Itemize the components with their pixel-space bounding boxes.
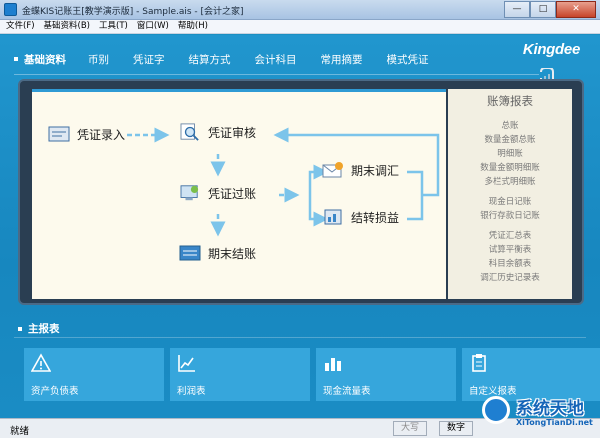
basic-data-nav: 基础资料 币别 凭证字 结算方式 会计科目 常用摘要 模式凭证 (14, 49, 453, 69)
tile-balance-sheet-label: 资产负债表 (31, 386, 79, 397)
period-close-label: 期末结账 (208, 246, 257, 261)
app-icon (4, 3, 17, 16)
nav-voucher-type[interactable]: 凭证字 (133, 52, 165, 67)
tile-balance-sheet[interactable]: 资产负债表 (24, 348, 164, 401)
close-button[interactable]: ✕ (556, 1, 596, 18)
title-bar: 金蝶KIS记账王[教学演示版] - Sample.ais - [会计之家] — … (0, 0, 600, 20)
warning-icon (31, 353, 51, 372)
ledger-report-list: 总账 数量金额总账 明细账 数量金额明细账 多栏式明细账 现金日记账 银行存款日… (448, 119, 572, 285)
report-account-balance[interactable]: 科目余额表 (448, 257, 572, 271)
nav-currency[interactable]: 币别 (88, 52, 109, 67)
report-bank-journal[interactable]: 银行存款日记账 (448, 209, 572, 223)
main-reports-title: 主报表 (28, 323, 60, 335)
window-controls: — □ ✕ (504, 1, 596, 18)
bullet-icon (18, 326, 22, 331)
minimize-button[interactable]: — (504, 1, 530, 18)
kingdee-logo: Kingdee (522, 41, 580, 58)
menu-help[interactable]: 帮助(H) (178, 20, 208, 33)
workflow-board: 凭证录入 凭证审核 凭证过账 期末结账 期末调汇 结转损益 账簿报表 总账 数量… (18, 79, 584, 305)
menu-file[interactable]: 文件(F) (6, 20, 35, 33)
voucher-review[interactable]: 凭证审核 (179, 123, 256, 141)
status-text: 就绪 (10, 426, 30, 437)
voucher-entry-icon (48, 126, 70, 142)
voucher-posting-icon (180, 185, 199, 201)
watermark-logo-icon (482, 396, 510, 424)
voucher-posting[interactable]: 凭证过账 (179, 184, 256, 202)
nav-template-voucher[interactable]: 模式凭证 (387, 52, 429, 67)
report-qty-amount-detail-ledger[interactable]: 数量金额明细账 (448, 161, 572, 175)
report-qty-amount-general-ledger[interactable]: 数量金额总账 (448, 133, 572, 147)
line-chart-icon (178, 355, 195, 372)
exchange-adjustment[interactable]: 期末调汇 (322, 161, 399, 179)
tile-cash-flow-label: 现金流量表 (323, 386, 371, 397)
window-title: 金蝶KIS记账王[教学演示版] - Sample.ais - [会计之家] (22, 7, 244, 17)
bar-chart-icon (325, 358, 341, 371)
profit-loss-transfer[interactable]: 结转损益 (322, 208, 399, 226)
caps-lock-indicator: 大写 (393, 421, 427, 436)
menu-bar: 文件(F) 基础资料(B) 工具(T) 窗口(W) 帮助(H) (0, 20, 600, 34)
profit-loss-transfer-icon (324, 209, 342, 225)
divider (14, 337, 586, 338)
period-close[interactable]: 期末结账 (179, 244, 256, 262)
report-cash-journal[interactable]: 现金日记账 (448, 195, 572, 209)
maximize-button[interactable]: □ (530, 1, 556, 18)
tile-income-statement[interactable]: 利润表 (170, 348, 310, 401)
menu-basic-data[interactable]: 基础资料(B) (44, 20, 90, 33)
ledger-reports-panel: 账簿报表 总账 数量金额总账 明细账 数量金额明细账 多栏式明细账 现金日记账 … (448, 89, 572, 299)
voucher-review-label: 凭证审核 (208, 125, 257, 140)
main-area: 基础资料 币别 凭证字 结算方式 会计科目 常用摘要 模式凭证 Kingdee (0, 35, 600, 418)
profit-loss-transfer-label: 结转损益 (351, 210, 400, 225)
site-watermark: 系统天地 XiTongTianDi.net (476, 392, 600, 438)
period-close-icon (179, 245, 201, 261)
report-voucher-summary[interactable]: 凭证汇总表 (448, 229, 572, 243)
menu-window[interactable]: 窗口(W) (137, 20, 169, 33)
num-lock-indicator: 数字 (439, 421, 473, 436)
nav-common-summary[interactable]: 常用摘要 (321, 52, 363, 67)
bullet-icon (14, 57, 18, 61)
report-exchange-history[interactable]: 调汇历史记录表 (448, 271, 572, 285)
exchange-adjustment-icon (322, 162, 343, 178)
report-general-ledger[interactable]: 总账 (448, 119, 572, 133)
report-trial-balance[interactable]: 试算平衡表 (448, 243, 572, 257)
exchange-adjustment-label: 期末调汇 (351, 163, 400, 178)
tile-cash-flow[interactable]: 现金流量表 (316, 348, 456, 401)
watermark-url: XiTongTianDi.net (516, 418, 593, 427)
report-detail-ledger[interactable]: 明细账 (448, 147, 572, 161)
main-reports-header: 主报表 (18, 321, 60, 336)
workflow-panel: 凭证录入 凭证审核 凭证过账 期末结账 期末调汇 结转损益 (32, 89, 446, 299)
nav-accounts[interactable]: 会计科目 (255, 52, 297, 67)
divider (14, 74, 539, 75)
menu-tools[interactable]: 工具(T) (99, 20, 128, 33)
voucher-entry[interactable]: 凭证录入 (48, 125, 125, 143)
tile-income-statement-label: 利润表 (177, 386, 206, 397)
nav-settlement[interactable]: 结算方式 (189, 52, 231, 67)
ledger-reports-title: 账簿报表 (487, 94, 533, 108)
voucher-entry-label: 凭证录入 (77, 127, 126, 142)
clipboard-icon (472, 354, 486, 372)
report-multi-column-ledger[interactable]: 多栏式明细账 (448, 175, 572, 189)
nav-title: 基础资料 (24, 53, 66, 66)
watermark-title: 系统天地 (516, 399, 584, 419)
voucher-review-icon (180, 123, 199, 141)
voucher-posting-label: 凭证过账 (208, 186, 257, 201)
